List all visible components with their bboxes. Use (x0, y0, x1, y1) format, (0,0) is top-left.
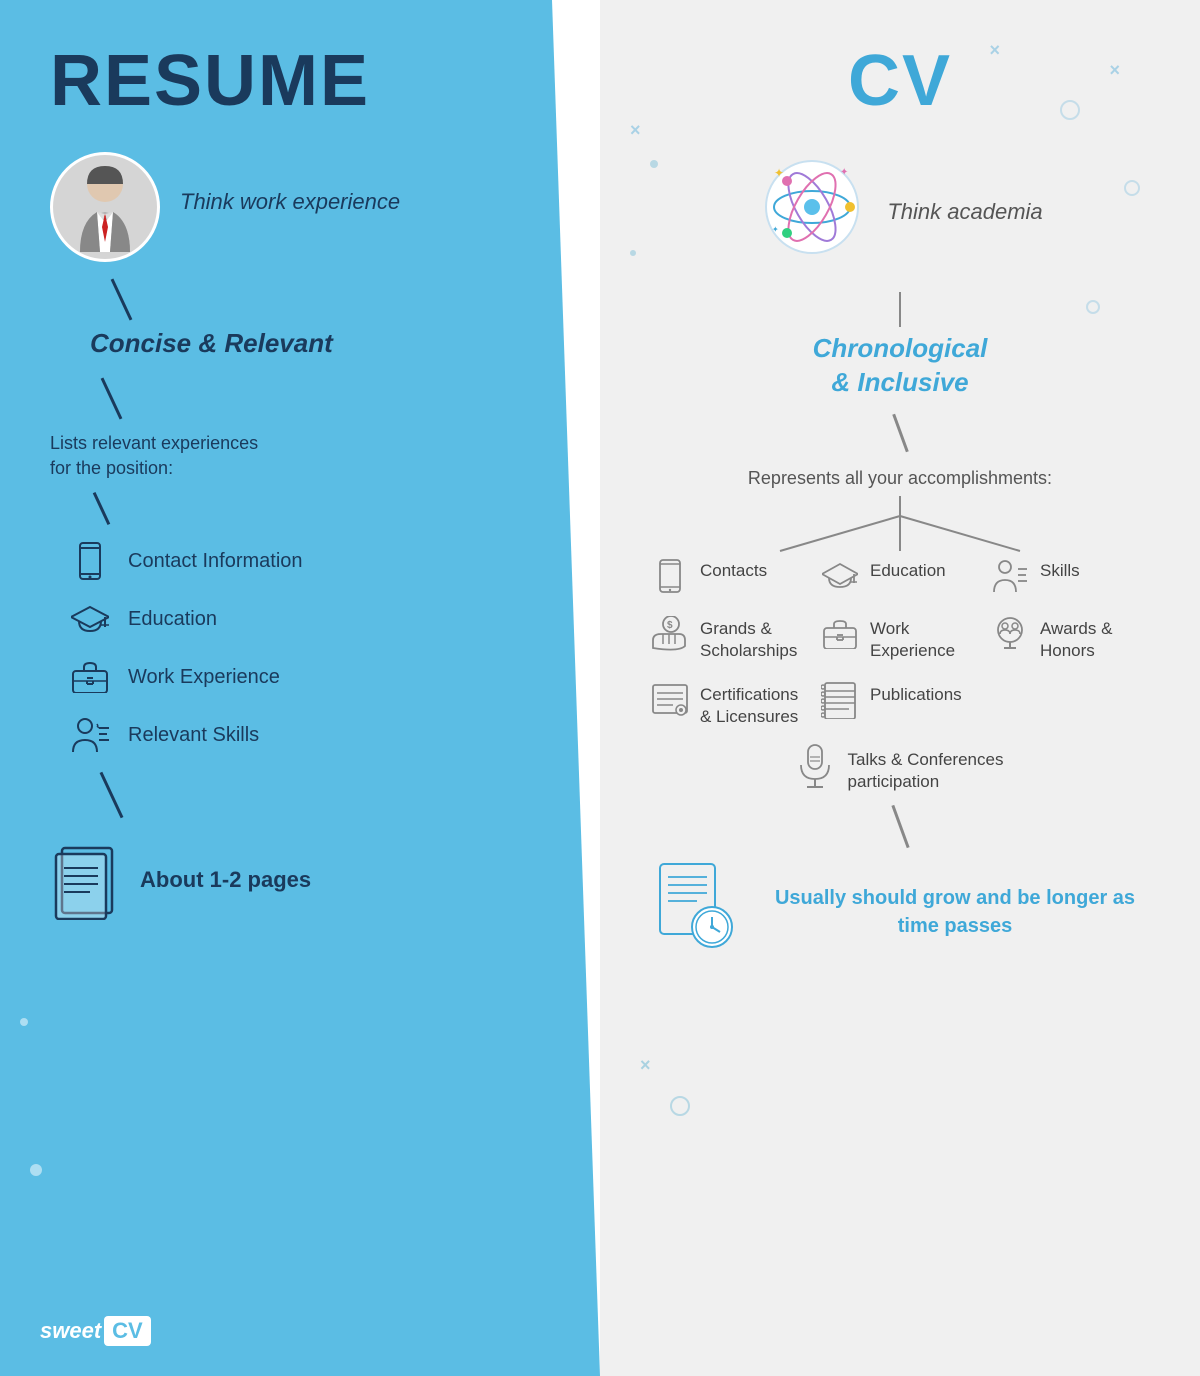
contact-item: Contact Information (70, 541, 303, 581)
svg-text:✦: ✦ (772, 225, 779, 234)
deco-cross-bottom: × (640, 1055, 651, 1076)
cv-cert-item: Certifications& Licensures (650, 680, 810, 728)
atom-icon: ✦ ✦ ✦ (757, 152, 867, 262)
pages-label: About 1-2 pages (140, 867, 311, 893)
svg-text:✦: ✦ (840, 167, 848, 178)
deco-dot (30, 1164, 42, 1176)
grow-text: Usually should grow and be longer as tim… (760, 884, 1150, 940)
skills-icon (70, 715, 110, 755)
cv-grants-item: $ Grands &Scholarships (650, 614, 810, 662)
svg-text:$: $ (667, 620, 673, 631)
cv-graduation-icon (820, 556, 860, 596)
cv-award-icon (990, 614, 1030, 654)
deco-dot-right (650, 160, 658, 168)
brand-cv-text: CV (104, 1316, 151, 1346)
skills-item: Relevant Skills (70, 715, 303, 755)
education-item: Education (70, 599, 303, 639)
connector-line-4 (100, 772, 124, 819)
person-svg (65, 162, 145, 252)
avatar (50, 152, 160, 262)
cv-publications-icon (820, 680, 860, 720)
deco-cross: × (1109, 60, 1120, 81)
deco-cross-3: × (630, 120, 641, 141)
cv-phone-icon (650, 556, 690, 596)
cv-education-label: Education (870, 556, 946, 582)
main-container: RESUME (0, 0, 1200, 1376)
connector-line (111, 278, 133, 320)
work-exp-label: Work Experience (128, 666, 280, 689)
cv-talks-label: Talks & Conferencesparticipation (848, 745, 1004, 793)
skills-label: Relevant Skills (128, 724, 259, 747)
cv-grow-icon (650, 859, 740, 954)
pages-icon (50, 840, 120, 920)
connector-line-3 (93, 492, 111, 525)
cv-work-item: WorkExperience (820, 614, 980, 662)
phone-icon (70, 541, 110, 581)
think-academia-text: Think academia (887, 197, 1042, 228)
deco-circle (1060, 100, 1080, 120)
cv-title: CV (848, 40, 952, 122)
cv-connector-1 (899, 292, 901, 327)
cv-connector-2 (892, 413, 908, 452)
cv-mic-icon (797, 743, 833, 794)
cv-briefcase-icon (820, 614, 860, 654)
connector-line-2 (101, 377, 123, 419)
cv-contacts-item: Contacts (650, 556, 810, 596)
deco-dot (20, 1018, 28, 1026)
cv-intro: ✦ ✦ ✦ Think academia (757, 152, 1042, 282)
deco-cross-2: × (989, 40, 1000, 61)
cv-content: CV (650, 40, 1150, 954)
cv-education-item: Education (820, 556, 980, 596)
deco-circle-bottom (670, 1096, 690, 1116)
deco-dot-right-2 (630, 250, 636, 256)
deco-circle-3 (1086, 300, 1100, 314)
brand-sweet-text: sweet (40, 1318, 101, 1344)
cv-empty-cell (990, 680, 1150, 728)
resume-panel: RESUME (0, 0, 600, 1376)
work-experience-item: Work Experience (70, 657, 303, 697)
deco-circle-2 (1124, 180, 1140, 196)
briefcase-icon (70, 657, 110, 697)
cv-skills-item: Skills (990, 556, 1150, 596)
think-work-text: Think work experience (180, 187, 400, 218)
cv-money-icon: $ (650, 614, 690, 654)
cv-cert-label: Certifications& Licensures (700, 680, 798, 728)
cv-publications-item: Publications (820, 680, 980, 728)
lists-desc: Lists relevant experiencesfor the positi… (50, 431, 258, 481)
sweetcv-brand: sweet CV (40, 1316, 151, 1346)
cv-publications-label: Publications (870, 680, 962, 706)
branch-svg (730, 496, 1070, 556)
cv-connector-bottom (891, 805, 909, 848)
concise-text: Concise & Relevant (90, 327, 333, 361)
cv-cert-icon (650, 680, 690, 720)
cv-grants-label: Grands &Scholarships (700, 614, 797, 662)
resume-items-list: Contact Information Education (70, 541, 303, 755)
cv-work-label: WorkExperience (870, 614, 955, 662)
education-label: Education (128, 608, 217, 631)
accomplishments-text: Represents all your accomplishments: (748, 466, 1052, 491)
svg-text:✦: ✦ (774, 166, 784, 180)
cv-items-grid: Contacts Education (650, 556, 1150, 728)
pages-section: About 1-2 pages (50, 840, 311, 920)
resume-title: RESUME (50, 40, 370, 122)
cv-panel: × × × × CV (600, 0, 1200, 1376)
cv-skills-label: Skills (1040, 556, 1080, 582)
chronological-text: Chronological& Inclusive (813, 332, 988, 400)
cv-talks-row: Talks & Conferencesparticipation (797, 743, 1004, 794)
cv-contacts-label: Contacts (700, 556, 767, 582)
cv-grow-section: Usually should grow and be longer as tim… (650, 859, 1150, 954)
cv-awards-label: Awards &Honors (1040, 614, 1112, 662)
graduation-icon (70, 599, 110, 639)
cv-skills-icon (990, 556, 1030, 596)
cv-awards-item: Awards &Honors (990, 614, 1150, 662)
contact-label: Contact Information (128, 550, 303, 573)
